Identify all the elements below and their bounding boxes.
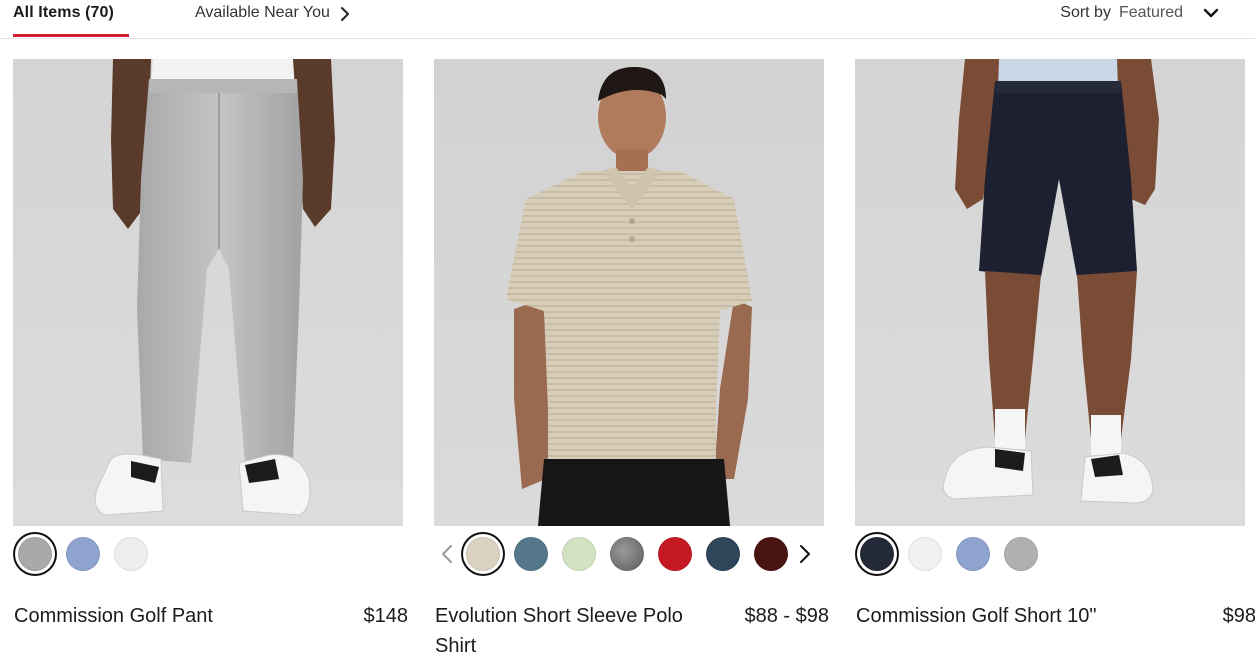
product-image-polo-shirt[interactable] [434,59,824,526]
product-image-golf-short[interactable] [855,59,1245,526]
product-title[interactable]: Commission Golf Pant [14,601,314,631]
product-price: $88 - $98 [744,605,829,627]
polo-shirt-photo [434,59,824,526]
chevron-down-icon [1203,8,1219,18]
swatch-red[interactable] [658,537,692,571]
sort-dropdown[interactable]: Sort by Featured [1060,0,1219,30]
swatch-blue[interactable] [956,537,990,571]
swatch-navy[interactable] [860,537,894,571]
product-card: Commission Golf Pant $148 [13,59,408,627]
swatch-navy[interactable] [706,537,740,571]
product-card: Evolution Short Sleeve Polo Shirt $88 - … [434,59,829,653]
product-price: $148 [363,605,409,627]
chevron-right-icon[interactable] [798,542,812,566]
product-price: $98 [1222,605,1255,627]
swatch-burgundy[interactable] [754,537,788,571]
tab-available-near-you[interactable]: Available Near You [195,0,350,30]
tab-all-items[interactable]: All Items (70) [13,0,129,37]
golf-short-photo [855,59,1245,526]
color-swatches [855,533,1052,575]
results-toolbar: All Items (70) Available Near You Sort b… [0,0,1255,39]
color-swatches [13,533,162,575]
active-tab-indicator [13,34,129,37]
swatch-blue[interactable] [66,537,100,571]
swatch-white[interactable] [114,537,148,571]
tab-available-near-you-label: Available Near You [195,4,330,21]
swatch-heather-grey[interactable] [610,537,644,571]
sort-value: Featured [1118,4,1183,21]
swatch-teal[interactable] [514,537,548,571]
swatch-white[interactable] [908,537,942,571]
swatch-grey[interactable] [1004,537,1038,571]
swatch-natural[interactable] [466,537,500,571]
swatch-grey[interactable] [18,537,52,571]
product-title[interactable]: Commission Golf Short 10" [856,601,1176,631]
product-title[interactable]: Evolution Short Sleeve Polo Shirt [435,601,710,653]
swatch-mint[interactable] [562,537,596,571]
chevron-left-icon[interactable] [440,542,454,566]
sort-label: Sort by [1060,4,1111,21]
golf-pant-photo [13,59,403,526]
product-image-golf-pant[interactable] [13,59,403,526]
color-swatches [434,533,812,575]
product-card: Commission Golf Short 10" $98 [855,59,1255,627]
chevron-right-icon [340,7,349,21]
